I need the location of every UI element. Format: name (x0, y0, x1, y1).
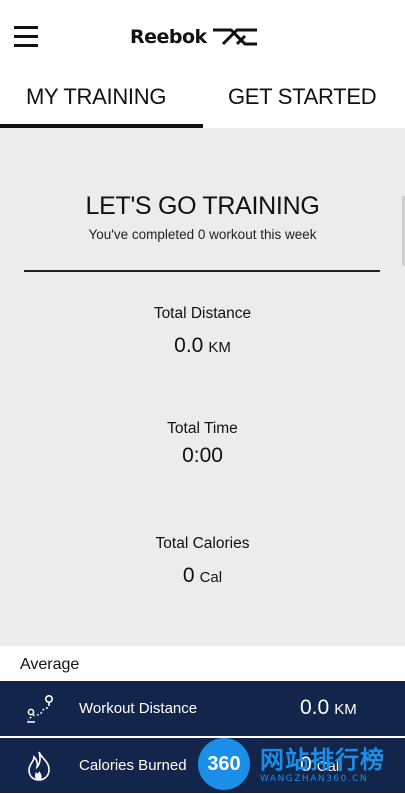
tab-get-started[interactable]: GET STARTED (228, 84, 377, 110)
average-section-label: Average (20, 656, 80, 673)
training-summary-panel: LET'S GO TRAINING You've completed 0 wor… (0, 128, 405, 646)
total-distance-unit: KM (208, 339, 231, 356)
total-calories-unit: Cal (199, 569, 223, 586)
workout-distance-number: 0.0 (300, 696, 330, 719)
total-time-value: 0:00 (0, 444, 405, 468)
watermark: 360 网站排行榜 WANGZHAN360.CN (194, 736, 405, 794)
total-distance-value: 0.0 KM (0, 334, 405, 358)
logo-text: Reebok (130, 26, 207, 48)
tab-bar: MY TRAINING GET STARTED (0, 72, 405, 128)
average-workout-distance-row: Workout Distance 0.0 KM (0, 681, 405, 736)
summary-subtitle: You've completed 0 workout this week (88, 227, 317, 242)
total-calories-number: 0 (182, 564, 195, 587)
workout-distance-unit: KM (334, 701, 357, 718)
workout-distance-label: Workout Distance (79, 700, 198, 717)
watermark-text: 网站排行榜 (260, 746, 385, 774)
top-bar: Reebok (0, 0, 405, 72)
total-time-number: 0:00 (182, 444, 223, 467)
calories-burned-label: Calories Burned (79, 757, 187, 774)
workout-distance-value: 0.0 KM (300, 696, 357, 720)
watermark-badge: 360 (198, 738, 250, 790)
tab-my-training[interactable]: MY TRAINING (26, 84, 166, 110)
route-icon (27, 694, 53, 723)
total-distance-number: 0.0 (174, 334, 204, 357)
reebok-logo: Reebok (130, 24, 259, 50)
reebok-vector-icon (212, 28, 257, 46)
watermark-subtext: WANGZHAN360.CN (260, 774, 369, 784)
total-calories-value: 0 Cal (0, 564, 405, 588)
summary-divider (24, 270, 380, 272)
total-calories-label: Total Calories (155, 535, 250, 552)
flame-icon (28, 751, 50, 781)
summary-title: LET'S GO TRAINING (85, 192, 320, 220)
total-distance-label: Total Distance (153, 305, 252, 322)
hamburger-menu-icon[interactable] (14, 26, 38, 47)
total-time-label: Total Time (167, 420, 238, 437)
